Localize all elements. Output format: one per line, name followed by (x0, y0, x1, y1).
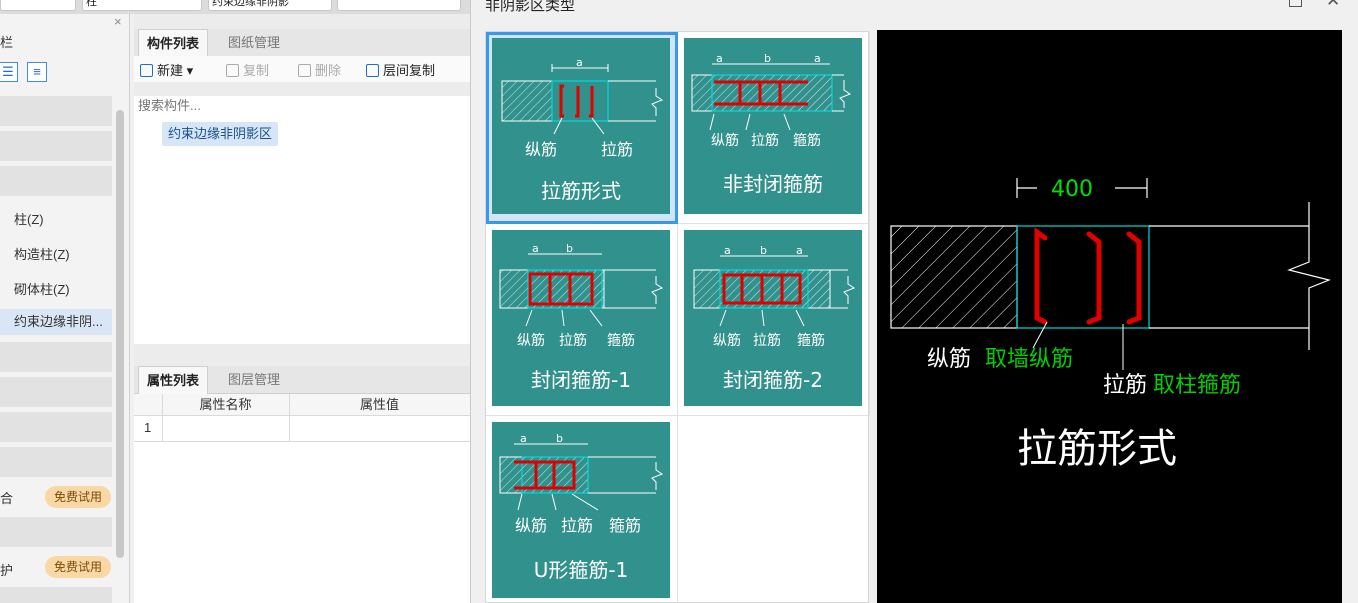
tab-component-list[interactable]: 构件列表 (138, 29, 209, 57)
property-table: 属性名称 属性值 1 (134, 394, 470, 603)
navigation-panel: × 栏 ☰ ≡ 柱(Z) 构造柱(Z) 砌体柱(Z) 约束边缘非阴... 合 免… (0, 14, 130, 603)
stirrup-label: 箍筋 (608, 516, 641, 535)
top-dropdown-1[interactable] (0, 0, 76, 11)
nav-group-row[interactable] (0, 587, 112, 603)
top-dropdown-4[interactable] (337, 0, 461, 11)
option-card[interactable]: ab 纵筋 拉筋 箍筋 封闭箍筋-1 (492, 230, 670, 406)
nav-group-row[interactable] (0, 447, 112, 477)
nav-fragment: 护 (0, 563, 14, 578)
delete-button[interactable]: 删除 (298, 60, 341, 79)
svg-text:a: a (716, 52, 723, 65)
option-label: 拉筋形式 (541, 179, 621, 203)
tab-layer-management[interactable]: 图层管理 (220, 366, 288, 394)
component-toolbar: 新建 ▾ 复制 删除 层间复制 (134, 56, 470, 82)
nav-group-row[interactable] (0, 131, 112, 161)
option-card[interactable]: aba 纵筋 拉筋 箍筋 封闭箍筋-2 (684, 230, 862, 406)
nav-item-constraint-edge[interactable]: 约束边缘非阴... (0, 309, 112, 335)
component-list: 约束边缘非阴影区 (134, 116, 470, 344)
option-closed-stirrup-2[interactable]: aba 纵筋 拉筋 箍筋 封闭箍筋-2 (678, 224, 870, 416)
option-label: 封闭箍筋-1 (531, 368, 631, 392)
svg-text:a: a (520, 432, 527, 445)
divider (289, 394, 290, 442)
svg-text:b: b (764, 52, 771, 65)
stirrup-label: 箍筋 (797, 333, 825, 349)
preview-diagram: 400 纵筋 取墙纵筋 拉筋 取柱箍筋 拉筋形式 (890, 174, 1331, 472)
list-item[interactable]: 约束边缘非阴影区 (162, 122, 279, 146)
table-header-value: 属性值 (289, 394, 470, 416)
floor-copy-button[interactable]: 层间复制 (366, 60, 435, 79)
svg-text:b: b (760, 244, 767, 257)
list-view-icon[interactable]: ☰ (0, 62, 18, 82)
tie-note: 拉筋 (1103, 373, 1147, 398)
option-label: 封闭箍筋-2 (723, 368, 823, 392)
nav-item-masonry-column[interactable]: 砌体柱(Z) (14, 279, 70, 298)
svg-text:a: a (796, 244, 803, 257)
maximize-icon[interactable] (1289, 0, 1302, 7)
divider (162, 394, 163, 442)
tab-drawing-management[interactable]: 图纸管理 (220, 29, 288, 57)
nav-group-row[interactable] (0, 166, 112, 196)
svg-text:b: b (556, 432, 563, 445)
option-u-stirrup-1[interactable]: ab 纵筋 拉筋 箍筋 U形箍筋-1 (486, 416, 678, 603)
option-label: 非封闭箍筋 (723, 172, 823, 196)
rebar-note-source: 取墙纵筋 (985, 347, 1073, 372)
top-dropdown-type[interactable]: 柱 (82, 0, 202, 11)
nav-group-row[interactable] (0, 342, 112, 372)
svg-text:b: b (566, 242, 573, 255)
search-input[interactable] (134, 96, 470, 116)
close-icon[interactable]: × (114, 14, 122, 29)
scrollbar[interactable] (116, 110, 124, 558)
dimension-label: 400 (1051, 177, 1093, 202)
nav-group-row[interactable] (0, 96, 112, 126)
nav-item-constructional-column[interactable]: 构造柱(Z) (14, 244, 70, 263)
tab-property-list[interactable]: 属性列表 (138, 366, 209, 394)
stirrup-label: 箍筋 (793, 133, 821, 149)
new-button[interactable]: 新建 ▾ (140, 60, 193, 79)
nav-group-row[interactable] (0, 377, 112, 407)
new-icon (140, 64, 153, 77)
tie-note-source: 取柱箍筋 (1153, 373, 1241, 398)
copy-icon (226, 64, 239, 77)
option-card[interactable]: a 纵筋 拉筋 拉筋形式 (492, 38, 670, 214)
svg-text:a: a (576, 56, 583, 69)
copy-button[interactable]: 复制 (226, 60, 269, 79)
free-trial-badge[interactable]: 免费试用 (45, 556, 111, 578)
component-tabbar: 构件列表 图纸管理 (134, 29, 470, 57)
table-row[interactable]: 1 (134, 416, 470, 442)
floor-copy-icon (366, 64, 379, 77)
option-label: U形箍筋-1 (533, 558, 629, 582)
option-closed-stirrup-1[interactable]: ab 纵筋 拉筋 箍筋 封闭箍筋-1 (486, 224, 678, 416)
table-header-name: 属性名称 (162, 394, 289, 416)
nav-group-row[interactable] (0, 412, 112, 442)
table-header-index (134, 394, 162, 416)
rebar-note: 纵筋 (927, 347, 971, 372)
detail-view-icon[interactable]: ≡ (27, 62, 47, 82)
svg-text:a: a (724, 244, 731, 257)
svg-text:a: a (532, 242, 539, 255)
dialog-title: 非阴影区类型 (485, 0, 576, 14)
trash-icon (298, 64, 311, 77)
preview-title: 拉筋形式 (1017, 426, 1177, 472)
non-shadow-area-type-dialog: 非阴影区类型 ✕ a 纵筋 拉筋 拉筋形式 a b a 纵筋 拉筋 箍筋 非封闭… (470, 0, 1358, 603)
top-toolbar-strip: 柱 约束边缘非阴影 (0, 0, 470, 14)
option-open-stirrup[interactable]: aba 纵筋 拉筋 箍筋 非封闭箍筋 (678, 32, 870, 224)
preview-pane: 400 纵筋 取墙纵筋 拉筋 取柱箍筋 拉筋形式 (877, 30, 1342, 603)
close-icon[interactable]: ✕ (1326, 0, 1340, 11)
nav-item-column[interactable]: 柱(Z) (14, 209, 44, 228)
option-card[interactable]: ab 纵筋 拉筋 箍筋 U形箍筋-1 (492, 422, 670, 598)
nav-group-row[interactable] (0, 517, 112, 547)
type-option-grid: a 纵筋 拉筋 拉筋形式 a b a 纵筋 拉筋 箍筋 非封闭箍筋 a b 纵筋 拉… (485, 31, 870, 603)
nav-fragment: 合 (0, 491, 14, 506)
svg-text:a: a (814, 52, 821, 65)
option-card[interactable]: aba 纵筋 拉筋 箍筋 非封闭箍筋 (684, 38, 862, 214)
component-panel: 构件列表 图纸管理 新建 ▾ 复制 删除 层间复制 约束边缘非阴影区 属性列表 … (134, 14, 470, 603)
free-trial-badge[interactable]: 免费试用 (45, 486, 111, 508)
property-tabbar: 属性列表 图层管理 (134, 366, 470, 394)
top-dropdown-component[interactable]: 约束边缘非阴影 (208, 0, 332, 11)
option-tie-bar-form[interactable]: a 纵筋 拉筋 拉筋形式 (486, 32, 678, 224)
row-number: 1 (144, 420, 152, 435)
panel-title: 栏 (0, 35, 14, 50)
